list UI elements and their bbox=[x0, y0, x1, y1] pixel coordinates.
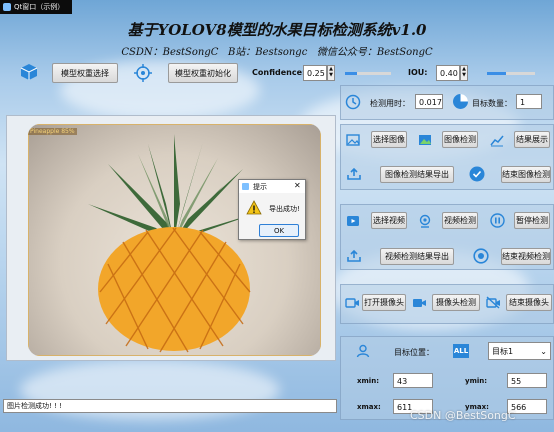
export-video-button[interactable]: 视频检测结果导出 bbox=[380, 248, 454, 265]
select-image-button[interactable]: 选择图像 bbox=[371, 131, 407, 148]
time-value: 0.017 bbox=[415, 94, 443, 109]
image-detect-button[interactable]: 图像检测 bbox=[442, 131, 478, 148]
target-select[interactable]: 目标1 ⌄ bbox=[488, 342, 551, 360]
video-camera-icon bbox=[412, 296, 427, 309]
check-circle-icon bbox=[469, 166, 485, 182]
model-select-button[interactable]: 模型权重选择 bbox=[52, 63, 118, 83]
result-image: Pineapple 85% bbox=[28, 124, 321, 356]
pause-icon bbox=[490, 213, 505, 228]
page-title: 基于YOLOV8模型的水果目标检测系统v1.0 bbox=[127, 21, 427, 39]
image-icon bbox=[346, 133, 360, 147]
upload-icon bbox=[346, 249, 362, 263]
video-detect-button[interactable]: 视频检测 bbox=[442, 212, 478, 229]
show-result-button[interactable]: 结果展示 bbox=[514, 131, 550, 148]
chevron-down-icon: ⌄ bbox=[540, 347, 547, 356]
dialog-title: 提示 bbox=[253, 183, 267, 191]
window-title: Qt窗口（示例） bbox=[14, 3, 65, 11]
dialog-ok-button[interactable]: OK bbox=[259, 224, 299, 237]
pineapple-illustration bbox=[28, 124, 321, 356]
warning-icon bbox=[246, 200, 262, 216]
upload-icon bbox=[346, 167, 362, 181]
chart-line-icon bbox=[490, 133, 504, 147]
count-value: 1 bbox=[516, 94, 542, 109]
confidence-spin-buttons[interactable]: ▲ ▼ bbox=[327, 65, 335, 81]
dialog-app-icon bbox=[242, 183, 249, 190]
image-detect-icon bbox=[418, 133, 432, 147]
stop-camera-button[interactable]: 结束摄像头 bbox=[506, 294, 552, 311]
camera-icon bbox=[345, 296, 360, 309]
stop-video-button[interactable]: 结束视频检测 bbox=[501, 248, 551, 265]
iou-spinbox[interactable]: 0.40 bbox=[436, 65, 460, 81]
open-camera-button[interactable]: 打开摄像头 bbox=[362, 294, 406, 311]
xmin-label: xmin: bbox=[357, 377, 379, 385]
status-text: 图片检测成功! ! ! bbox=[3, 399, 337, 413]
dialog-close-button[interactable]: ✕ bbox=[294, 181, 301, 190]
page-subtitle: CSDN：BestSongC B站：Bestsongc 微信公众号：BestSo… bbox=[121, 47, 433, 58]
confidence-label: Confidence: bbox=[252, 68, 306, 77]
count-label: 目标数量： bbox=[472, 99, 512, 108]
time-label: 检测用时： bbox=[370, 99, 410, 108]
video-icon bbox=[346, 214, 360, 228]
model-init-button[interactable]: 模型权重初始化 bbox=[168, 63, 238, 83]
camera-detect-button[interactable]: 摄像头检测 bbox=[432, 294, 480, 311]
detection-label: Pineapple 85% bbox=[28, 128, 77, 135]
message-dialog: 提示 ✕ 导出成功! OK bbox=[238, 179, 306, 240]
stop-image-button[interactable]: 结束图像检测 bbox=[501, 166, 551, 183]
target-select-value: 目标1 bbox=[492, 347, 514, 356]
dialog-message: 导出成功! bbox=[269, 205, 300, 213]
confidence-spinbox[interactable]: 0.25 bbox=[303, 65, 327, 81]
pause-detect-button[interactable]: 暂停检测 bbox=[514, 212, 550, 229]
cube-icon bbox=[20, 63, 38, 81]
app-icon bbox=[3, 3, 11, 11]
select-video-button[interactable]: 选择视频 bbox=[371, 212, 407, 229]
xmax-label: xmax: bbox=[357, 403, 381, 411]
target-icon bbox=[134, 64, 152, 82]
confidence-slider[interactable] bbox=[345, 72, 391, 75]
iou-slider-fill bbox=[487, 72, 507, 75]
stop-circle-icon bbox=[473, 248, 489, 264]
watermark: CSDN @BestSongC bbox=[410, 409, 516, 422]
all-icon: ALL bbox=[453, 344, 469, 358]
xmin-field: 43 bbox=[393, 373, 433, 388]
ymin-field: 55 bbox=[507, 373, 547, 388]
dialog-title-bar[interactable]: 提示 ✕ bbox=[239, 180, 305, 193]
iou-slider[interactable] bbox=[487, 72, 535, 75]
iou-spin-buttons[interactable]: ▲ ▼ bbox=[460, 65, 468, 81]
iou-label: IOU: bbox=[408, 68, 428, 77]
target-position-label: 目标位置： bbox=[394, 348, 434, 357]
clock-icon bbox=[345, 94, 361, 110]
webcam-icon bbox=[418, 214, 432, 228]
ymin-label: ymin: bbox=[465, 377, 488, 385]
export-image-button[interactable]: 图像检测结果导出 bbox=[380, 166, 454, 183]
confidence-slider-fill bbox=[345, 72, 357, 75]
pie-chart-icon bbox=[452, 93, 469, 110]
user-icon bbox=[356, 344, 370, 358]
camera-off-icon bbox=[486, 296, 501, 309]
